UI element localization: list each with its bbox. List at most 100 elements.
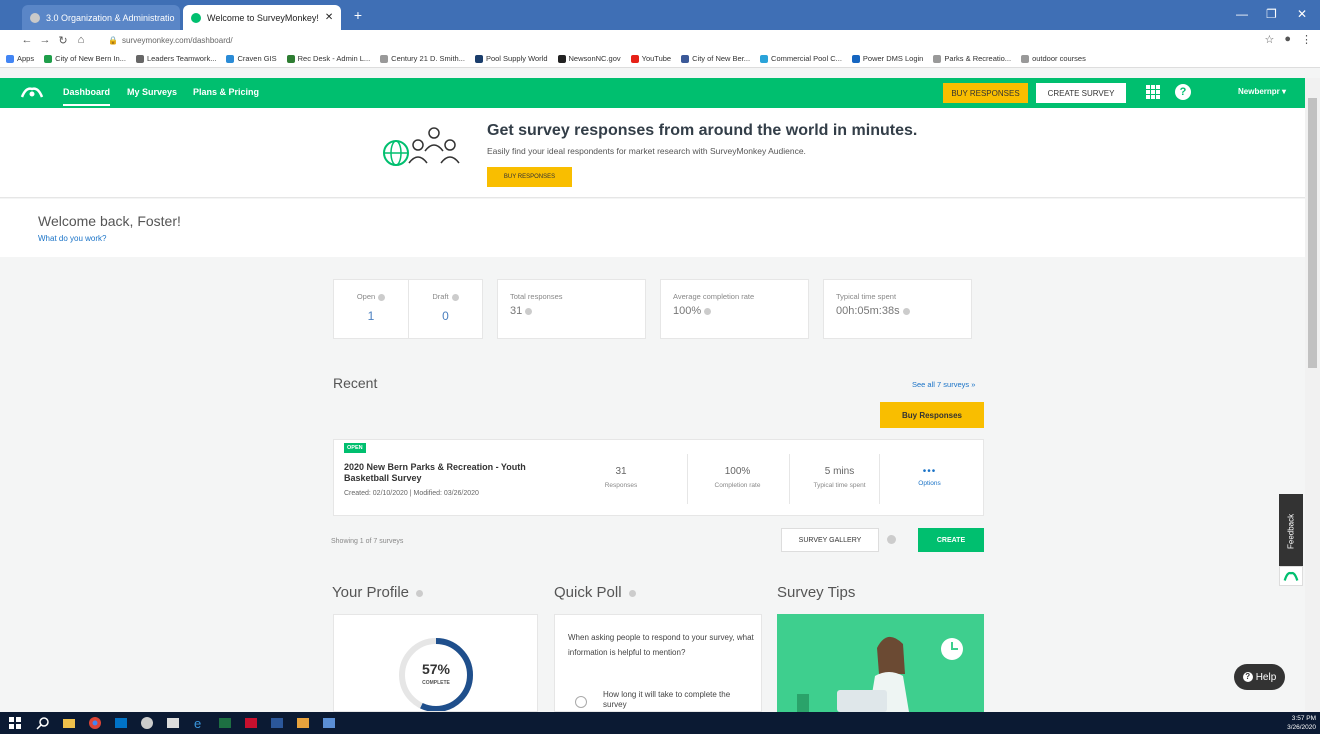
- menu-icon[interactable]: ⋮: [1301, 33, 1312, 46]
- draft-label: Draft: [432, 292, 449, 301]
- poll-option-label[interactable]: How long it will take to complete the su…: [603, 690, 743, 710]
- back-icon[interactable]: ←: [18, 34, 36, 46]
- help-icon[interactable]: ?: [1175, 84, 1191, 100]
- time-spent-label: Typical time spent: [836, 292, 897, 301]
- create-survey-button[interactable]: CREATE SURVEY: [1036, 83, 1126, 103]
- apps-grid-icon[interactable]: [1146, 85, 1160, 99]
- create-button[interactable]: CREATE: [918, 528, 984, 552]
- clock-date: 3/26/2020: [1287, 724, 1316, 731]
- surveymonkey-mini-icon[interactable]: [1279, 566, 1303, 586]
- feedback-tab[interactable]: Feedback: [1279, 494, 1303, 568]
- address-bar[interactable]: 🔒 surveymonkey.com/dashboard/: [108, 33, 1258, 47]
- bookmark-icon: [286, 54, 295, 63]
- star-icon[interactable]: ☆: [1264, 33, 1274, 46]
- windows-start-icon[interactable]: [8, 716, 22, 730]
- profile-percent: 57%: [421, 661, 451, 677]
- banner-buy-responses-button[interactable]: BUY RESPONSES: [487, 167, 572, 187]
- system-clock[interactable]: 3:57 PM 3/26/2020: [1287, 714, 1316, 732]
- open-label: Open: [356, 292, 376, 301]
- responses-metric[interactable]: 31 Responses: [571, 454, 671, 504]
- info-icon: [704, 307, 712, 315]
- maximize-icon[interactable]: ❐: [1266, 7, 1277, 21]
- bookmark[interactable]: outdoor courses: [1021, 54, 1086, 63]
- bookmark-icon: [760, 54, 769, 63]
- completion-value: 100%: [724, 466, 751, 477]
- info-icon[interactable]: [887, 535, 896, 544]
- survey-title[interactable]: 2020 New Bern Parks & Recreation - Youth…: [344, 462, 544, 484]
- bookmark-icon: [851, 54, 860, 63]
- home-icon[interactable]: ⌂: [72, 34, 90, 46]
- buy-responses-button[interactable]: BUY RESPONSES: [943, 83, 1028, 103]
- buy-responses-button-secondary[interactable]: Buy Responses: [880, 402, 984, 428]
- bookmark[interactable]: Craven GIS: [226, 54, 277, 63]
- nav-dashboard[interactable]: Dashboard: [63, 87, 111, 106]
- search-icon[interactable]: [36, 716, 50, 730]
- nav-plans-pricing[interactable]: Plans & Pricing: [193, 87, 259, 97]
- work-link[interactable]: What do you work?: [38, 234, 106, 243]
- bookmark[interactable]: Pool Supply World: [474, 54, 548, 63]
- forward-icon[interactable]: →: [36, 34, 54, 46]
- app-icon[interactable]: [140, 716, 154, 730]
- help-button[interactable]: ? Help: [1234, 664, 1285, 690]
- bookmark[interactable]: City of New Bern In...: [44, 54, 126, 63]
- user-name: Newbernpr: [1238, 87, 1280, 96]
- taskbar: e 3:57 PM 3/26/2020: [0, 712, 1320, 734]
- bookmark[interactable]: Commercial Pool C...: [760, 54, 842, 63]
- completion-rate-label: Average completion rate: [673, 292, 755, 301]
- survey-tips-card[interactable]: [777, 614, 984, 712]
- edge-icon[interactable]: e: [192, 716, 206, 730]
- app-icon[interactable]: [296, 716, 310, 730]
- bookmark[interactable]: Apps: [6, 54, 34, 63]
- minimize-icon[interactable]: —: [1236, 7, 1248, 21]
- survey-card[interactable]: OPEN 2020 New Bern Parks & Recreation - …: [333, 439, 984, 516]
- status-badge: OPEN: [344, 443, 366, 453]
- nav-my-surveys[interactable]: My Surveys: [127, 87, 177, 97]
- options-label: Options: [918, 480, 941, 487]
- browser-toolbar: ← → ↻ ⌂ 🔒 surveymonkey.com/dashboard/ ☆ …: [0, 30, 1320, 50]
- bookmark-icon: [226, 54, 235, 63]
- bookmark[interactable]: Rec Desk - Admin L...: [286, 54, 370, 63]
- outlook-icon[interactable]: [114, 716, 128, 730]
- user-menu[interactable]: Newbernpr ▾: [1238, 87, 1286, 96]
- time-spent-value: 00h:05m:38s: [836, 305, 900, 317]
- total-responses-card: Total responses 31: [497, 279, 646, 339]
- chrome-icon[interactable]: [88, 716, 102, 730]
- app-icon[interactable]: [244, 716, 258, 730]
- profile-title: Your Profile: [332, 584, 409, 601]
- bookmark[interactable]: NewsonNC.gov: [557, 54, 621, 63]
- tab-title: 3.0 Organization & Administratio: [46, 12, 175, 23]
- completion-rate-card: Average completion rate 100%: [660, 279, 809, 339]
- browser-tab-active[interactable]: Welcome to SurveyMonkey! ✕: [183, 5, 341, 30]
- bookmark[interactable]: YouTube: [630, 54, 671, 63]
- page-scrollbar[interactable]: [1305, 78, 1320, 712]
- profile-icon[interactable]: ●: [1284, 33, 1291, 46]
- scrollbar-thumb[interactable]: [1308, 98, 1317, 368]
- close-window-icon[interactable]: ✕: [1297, 7, 1307, 21]
- info-icon: [902, 307, 910, 315]
- excel-icon[interactable]: [218, 716, 232, 730]
- browser-tab[interactable]: 3.0 Organization & Administratio ✕: [22, 5, 180, 30]
- banner-title: Get survey responses from around the wor…: [487, 122, 918, 139]
- bookmark[interactable]: Leaders Teamwork...: [135, 54, 216, 63]
- app-icon[interactable]: [166, 716, 180, 730]
- bookmark[interactable]: City of New Ber...: [681, 54, 750, 63]
- bookmark-icon: [933, 54, 942, 63]
- file-explorer-icon[interactable]: [62, 716, 76, 730]
- bookmark[interactable]: Parks & Recreatio...: [933, 54, 1011, 63]
- responses-label: Responses: [604, 482, 638, 489]
- word-icon[interactable]: [270, 716, 284, 730]
- close-icon[interactable]: ✕: [325, 12, 333, 23]
- options-menu[interactable]: ••• Options: [879, 454, 979, 504]
- surveymonkey-logo-icon[interactable]: [20, 85, 44, 99]
- poll-option-radio[interactable]: [575, 696, 587, 708]
- open-stat[interactable]: Open 1: [334, 280, 408, 338]
- bookmark[interactable]: Power DMS Login: [851, 54, 923, 63]
- app-icon[interactable]: [322, 716, 336, 730]
- bookmark[interactable]: Century 21 D. Smith...: [380, 54, 465, 63]
- draft-stat[interactable]: Draft 0: [408, 280, 482, 338]
- reload-icon[interactable]: ↻: [54, 34, 72, 47]
- new-tab-button[interactable]: +: [348, 7, 368, 23]
- see-all-surveys-link[interactable]: See all 7 surveys »: [912, 380, 975, 389]
- survey-gallery-button[interactable]: SURVEY GALLERY: [781, 528, 879, 552]
- total-responses-value: 31: [510, 305, 523, 317]
